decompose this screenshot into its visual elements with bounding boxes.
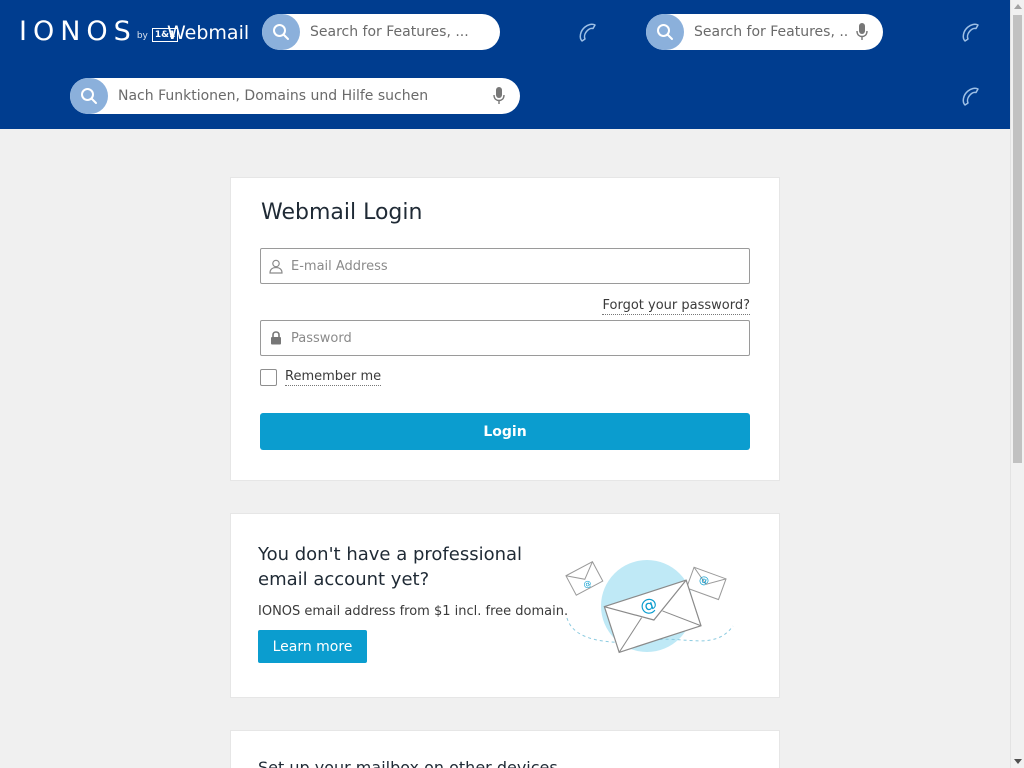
phone-icon[interactable]: [959, 21, 983, 45]
search-input[interactable]: Search for Features, ...: [684, 24, 849, 40]
phone-icon[interactable]: [959, 85, 983, 109]
login-button[interactable]: Login: [260, 413, 750, 450]
scroll-down-arrow[interactable]: [1014, 759, 1022, 764]
promo-subtitle: IONOS email address from $1 incl. free d…: [258, 604, 569, 619]
microphone-icon[interactable]: [849, 23, 875, 41]
remember-me-checkbox[interactable]: [260, 368, 277, 386]
search-icon[interactable]: [262, 14, 300, 50]
search-bar-top-left[interactable]: Search for Features, ...: [262, 14, 500, 50]
learn-more-button[interactable]: Learn more: [258, 630, 367, 663]
email-placeholder: E-mail Address: [291, 258, 388, 274]
remember-me-label[interactable]: Remember me: [285, 368, 382, 386]
search-input[interactable]: Search for Features, ...: [300, 24, 500, 40]
lock-icon: [261, 331, 291, 345]
logo-by: by: [136, 31, 148, 41]
search-icon[interactable]: [646, 14, 684, 50]
microphone-icon[interactable]: [486, 87, 512, 105]
top-header: IONOS by 1&1 Webmail Search for Features…: [0, 0, 1010, 129]
forgot-password-link[interactable]: Forgot your password?: [602, 297, 750, 315]
scroll-up-arrow[interactable]: [1014, 4, 1022, 9]
login-card: Webmail Login E-mail Address Forgot your…: [230, 177, 780, 481]
ionos-logo[interactable]: IONOS by 1&1: [19, 16, 179, 47]
user-icon: [261, 259, 291, 274]
promo-card: You don't have a professional email acco…: [230, 513, 780, 698]
setup-card: Set up your mailbox on other devices: [230, 730, 780, 768]
search-input[interactable]: Nach Funktionen, Domains und Hilfe suche…: [108, 88, 486, 104]
envelope-illustration: @ @ @: [565, 560, 734, 654]
logo-text: IONOS: [19, 16, 137, 47]
search-bar-main[interactable]: Nach Funktionen, Domains und Hilfe suche…: [70, 78, 520, 114]
search-bar-top-right[interactable]: Search for Features, ...: [646, 14, 883, 50]
setup-title: Set up your mailbox on other devices: [258, 758, 558, 768]
remember-me[interactable]: Remember me: [260, 368, 382, 386]
password-field[interactable]: Password: [260, 320, 750, 356]
app-title: Webmail: [167, 22, 250, 44]
email-field[interactable]: E-mail Address: [260, 248, 750, 284]
search-icon[interactable]: [70, 78, 108, 114]
login-title: Webmail Login: [261, 200, 423, 225]
phone-icon[interactable]: [576, 21, 600, 45]
password-placeholder: Password: [291, 330, 352, 346]
vertical-scrollbar[interactable]: [1010, 0, 1024, 768]
scrollbar-thumb[interactable]: [1013, 15, 1022, 463]
promo-title: You don't have a professional email acco…: [258, 544, 523, 590]
